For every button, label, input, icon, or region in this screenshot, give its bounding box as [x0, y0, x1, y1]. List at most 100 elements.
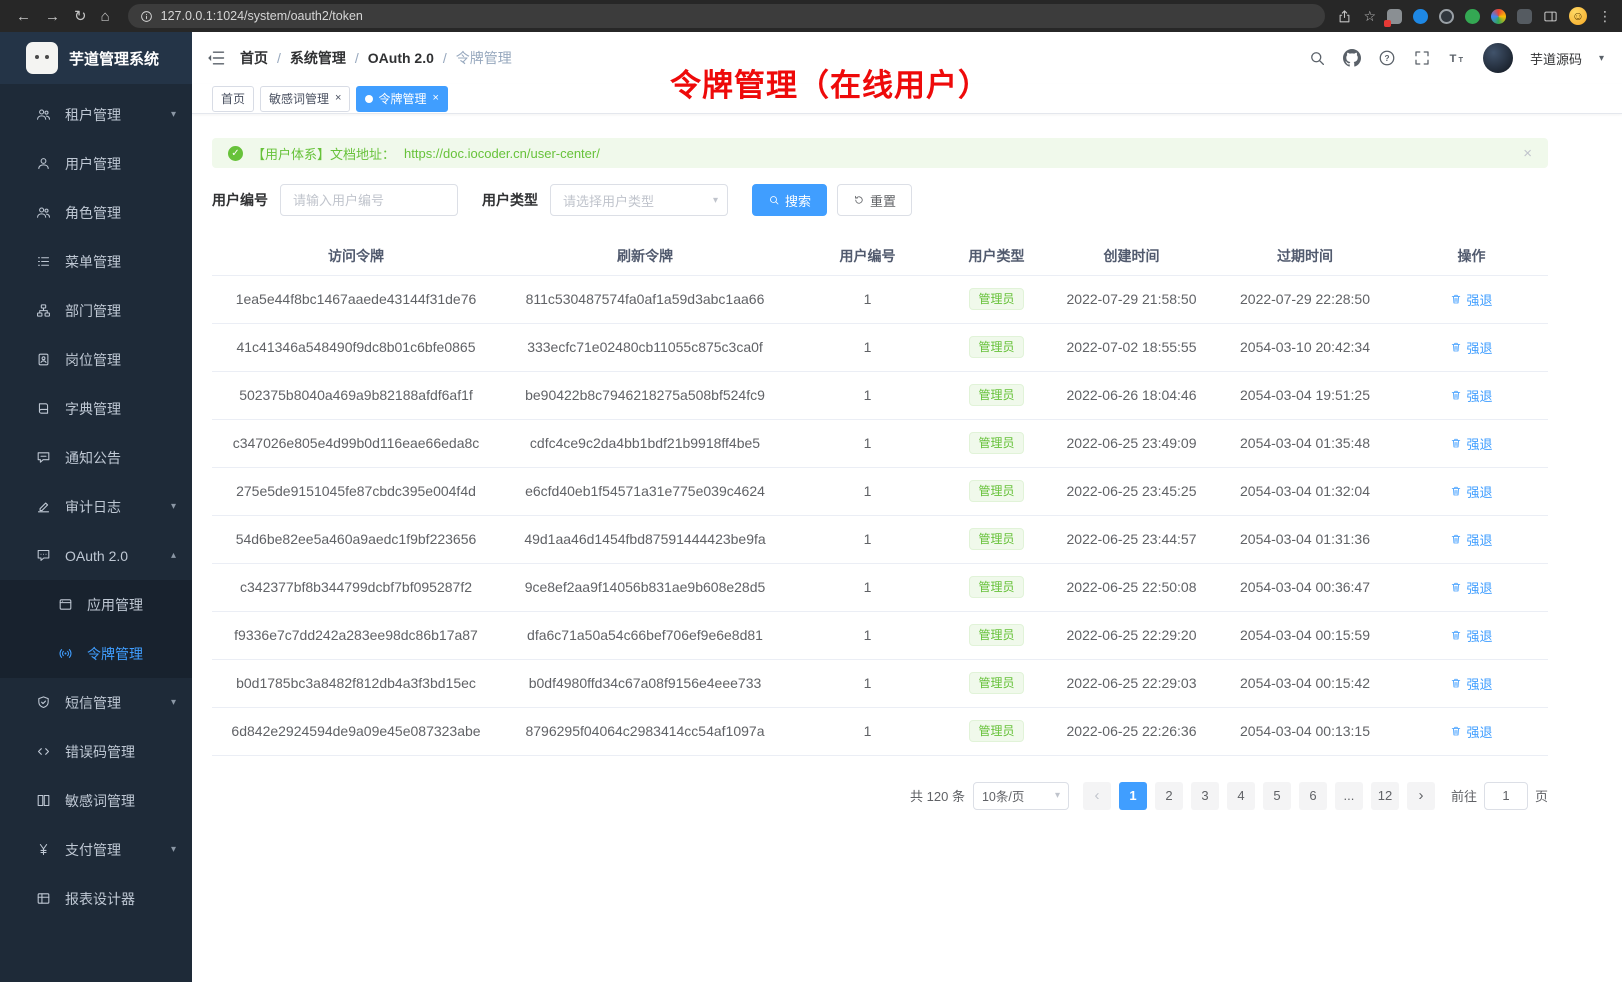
menu-item-icon [58, 646, 74, 662]
extension-icon[interactable] [1491, 9, 1506, 24]
sidebar-item-tenant[interactable]: 租户管理 ▾ [0, 90, 192, 139]
page-button[interactable]: 1 [1119, 782, 1147, 810]
sidebar-item-oauth2[interactable]: OAuth 2.0 ▴ [0, 531, 192, 580]
sidebar-item-label: 审计日志 [65, 497, 121, 517]
sidebar-item-sensitive-word[interactable]: 敏感词管理 [0, 776, 192, 825]
success-check-icon: ✓ [228, 146, 243, 161]
sidebar-item-sms[interactable]: 短信管理 ▾ [0, 678, 192, 727]
reset-button[interactable]: 重置 [837, 184, 912, 216]
sidebar-item-error-code[interactable]: 错误码管理 [0, 727, 192, 776]
breadcrumb-separator: / [443, 50, 447, 66]
expire-time-cell: 2054-03-04 00:36:47 [1215, 563, 1395, 611]
page-button[interactable]: 5 [1263, 782, 1291, 810]
site-info-icon[interactable] [140, 10, 153, 23]
user-id-cell: 1 [790, 563, 945, 611]
back-icon[interactable]: ← [16, 9, 31, 24]
user-type-badge: 管理员 [969, 576, 1023, 598]
user-id-cell: 1 [790, 323, 945, 371]
sidebar-item-role[interactable]: 角色管理 [0, 188, 192, 237]
force-logout-button[interactable]: 强退 [1450, 626, 1492, 645]
bookmark-star-icon[interactable]: ☆ [1363, 8, 1376, 25]
force-logout-button[interactable]: 强退 [1450, 482, 1492, 501]
sidebar-item-dict[interactable]: 字典管理 [0, 384, 192, 433]
sidebar-item-report-designer[interactable]: 报表设计器 [0, 874, 192, 923]
force-logout-button[interactable]: 强退 [1450, 290, 1492, 309]
side-panel-icon[interactable] [1543, 9, 1558, 24]
avatar[interactable] [1483, 43, 1513, 73]
goto-page-input[interactable] [1484, 782, 1528, 810]
browser-menu-icon[interactable]: ⋮ [1598, 8, 1612, 25]
fullscreen-icon[interactable] [1413, 49, 1431, 67]
sidebar-item-audit-log[interactable]: 审计日志 ▾ [0, 482, 192, 531]
home-icon[interactable]: ⌂ [101, 9, 110, 24]
doc-link[interactable]: https://doc.iocoder.cn/user-center/ [404, 146, 600, 161]
github-icon[interactable] [1343, 49, 1361, 67]
next-page-button[interactable]: › [1407, 782, 1435, 810]
sidebar-item-label: 支付管理 [65, 840, 121, 860]
close-icon[interactable]: × [335, 93, 341, 104]
page-button[interactable]: 2 [1155, 782, 1183, 810]
goto-page: 前往 页 [1451, 782, 1548, 810]
share-icon[interactable] [1337, 9, 1352, 24]
extension-icon[interactable] [1387, 9, 1402, 24]
force-logout-button[interactable]: 强退 [1450, 530, 1492, 549]
reload-icon[interactable]: ↻ [74, 9, 87, 24]
url-bar[interactable]: 127.0.0.1:1024/system/oauth2/token [128, 4, 1326, 28]
page-button[interactable]: 6 [1299, 782, 1327, 810]
tag-tab[interactable]: 令牌管理 × [356, 86, 447, 112]
sidebar-item-menu[interactable]: 菜单管理 [0, 237, 192, 286]
tag-tab[interactable]: 首页 [212, 86, 254, 112]
goto-unit: 页 [1535, 786, 1548, 805]
force-logout-button[interactable]: 强退 [1450, 386, 1492, 405]
sidebar-item-oauth2-app[interactable]: 应用管理 [0, 580, 192, 629]
forward-icon[interactable]: → [45, 9, 60, 24]
search-icon[interactable] [1308, 49, 1326, 67]
chevron-down-icon[interactable]: ▾ [1599, 53, 1604, 64]
sidebar-item-dept[interactable]: 部门管理 [0, 286, 192, 335]
page-button[interactable]: 4 [1227, 782, 1255, 810]
force-logout-button[interactable]: 强退 [1450, 578, 1492, 597]
extension-icon[interactable] [1465, 9, 1480, 24]
user-type-select[interactable]: 请选择用户类型 ▾ [550, 184, 728, 216]
user-type-label: 用户类型 [482, 190, 538, 210]
page-ellipsis[interactable]: ... [1335, 782, 1363, 810]
force-logout-button[interactable]: 强退 [1450, 674, 1492, 693]
extension-icon[interactable] [1413, 9, 1428, 24]
user-id-input[interactable] [280, 184, 458, 216]
user-name[interactable]: 芋道源码 [1530, 49, 1582, 68]
sidebar-item-pay[interactable]: 支付管理 ▾ [0, 825, 192, 874]
alert-close-icon[interactable]: × [1523, 145, 1532, 162]
force-logout-button[interactable]: 强退 [1450, 722, 1492, 741]
menu-fold-icon[interactable] [206, 48, 226, 68]
delete-icon [1450, 485, 1462, 497]
page-button[interactable]: 12 [1371, 782, 1399, 810]
force-logout-button[interactable]: 强退 [1450, 338, 1492, 357]
sidebar-item-notice[interactable]: 通知公告 [0, 433, 192, 482]
sidebar-item-label: 字典管理 [65, 399, 121, 419]
goto-label: 前往 [1451, 786, 1477, 805]
extension-icon[interactable] [1517, 9, 1532, 24]
font-size-icon[interactable]: TT [1448, 49, 1466, 67]
browser-profile-avatar[interactable]: ☺ [1569, 7, 1587, 25]
sidebar-item-user[interactable]: 用户管理 [0, 139, 192, 188]
sidebar-item-post[interactable]: 岗位管理 [0, 335, 192, 384]
prev-page-button[interactable]: ‹ [1083, 782, 1111, 810]
user-type-cell: 管理员 [945, 611, 1048, 659]
logo-area[interactable]: 芋道管理系统 [0, 32, 192, 84]
force-logout-label: 强退 [1466, 290, 1492, 309]
page-button[interactable]: 3 [1191, 782, 1219, 810]
close-icon[interactable]: × [432, 93, 438, 104]
page-size-select[interactable]: 10条/页 ▾ [973, 782, 1069, 810]
extension-icon[interactable] [1439, 9, 1454, 24]
search-button[interactable]: 搜索 [752, 184, 827, 216]
help-icon[interactable]: ? [1378, 49, 1396, 67]
tag-tab[interactable]: 敏感词管理 × [260, 86, 350, 112]
breadcrumb-item[interactable]: OAuth 2.0 [368, 50, 434, 66]
user-type-cell: 管理员 [945, 707, 1048, 755]
breadcrumb-item[interactable]: 系统管理 [290, 48, 346, 68]
breadcrumb-item[interactable]: 首页 [240, 48, 268, 68]
browser-nav-buttons: ← → ↻ ⌂ [10, 9, 116, 24]
user-id-label: 用户编号 [212, 190, 268, 210]
force-logout-button[interactable]: 强退 [1450, 434, 1492, 453]
sidebar-item-oauth2-token[interactable]: 令牌管理 [0, 629, 192, 678]
